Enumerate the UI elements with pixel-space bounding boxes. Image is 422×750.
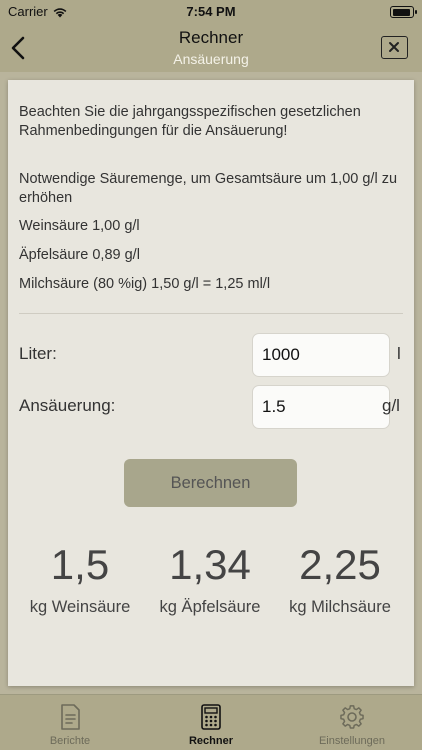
divider [19,313,403,314]
result-label: kg Milchsäure [289,598,391,616]
acidification-unit: g/l [382,396,400,415]
calculator-icon [201,704,221,730]
result-label: kg Weinsäure [29,598,131,616]
battery-icon [390,6,417,18]
result-label: kg Äpfelsäure [159,598,261,616]
tab-label: Rechner [188,735,234,747]
gear-icon [340,705,364,729]
liters-input[interactable] [252,333,390,377]
tartaric-acid-info: Weinsäure 1,00 g/l [19,218,140,234]
malic-acid-info: Äpfelsäure 0,89 g/l [19,247,140,263]
tab-settings[interactable]: Einstellungen [282,695,422,750]
tab-label: Berichte [49,735,91,747]
result-value: 2,25 [299,541,381,588]
acidification-label: Ansäuerung: [19,396,116,415]
result-value: 1,34 [169,541,251,588]
required-acid-text: Notwendige Säuremenge, um Gesamtsäure um… [19,171,398,206]
result-tartaric: 1,5 kg Weinsäure [15,540,145,617]
navigation-bar: Rechner Ansäuerung [0,24,422,72]
calculator-card: Beachten Sie die jahrgangsspezifischen g… [8,80,414,686]
result-malic: 1,34 kg Äpfelsäure [145,540,275,617]
tab-reports[interactable]: Berichte [0,695,140,750]
tab-calculator[interactable]: Rechner [141,695,281,750]
result-lactic: 2,25 kg Milchsäure [275,540,405,617]
lactic-acid-info: Milchsäure (80 %ig) 1,50 g/l = 1,25 ml/l [19,276,271,292]
status-bar: Carrier 7:54 PM [0,0,422,24]
document-icon [61,704,80,730]
page-title: Rechner [178,28,244,47]
liters-label: Liter: [19,344,57,363]
close-icon [389,42,399,52]
page-subtitle: Ansäuerung [173,51,249,67]
clock: 7:54 PM [186,4,236,19]
liters-unit: l [397,344,401,363]
tab-bar: Berichte Rechner Einstellungen [0,694,422,750]
calculate-button[interactable]: Berechnen [124,459,297,507]
result-value: 1,5 [50,541,110,588]
acidification-input[interactable] [252,385,390,429]
close-button[interactable] [381,36,408,59]
legal-notice: Beachten Sie die jahrgangsspezifischen g… [19,104,361,139]
tab-label: Einstellungen [318,735,386,747]
